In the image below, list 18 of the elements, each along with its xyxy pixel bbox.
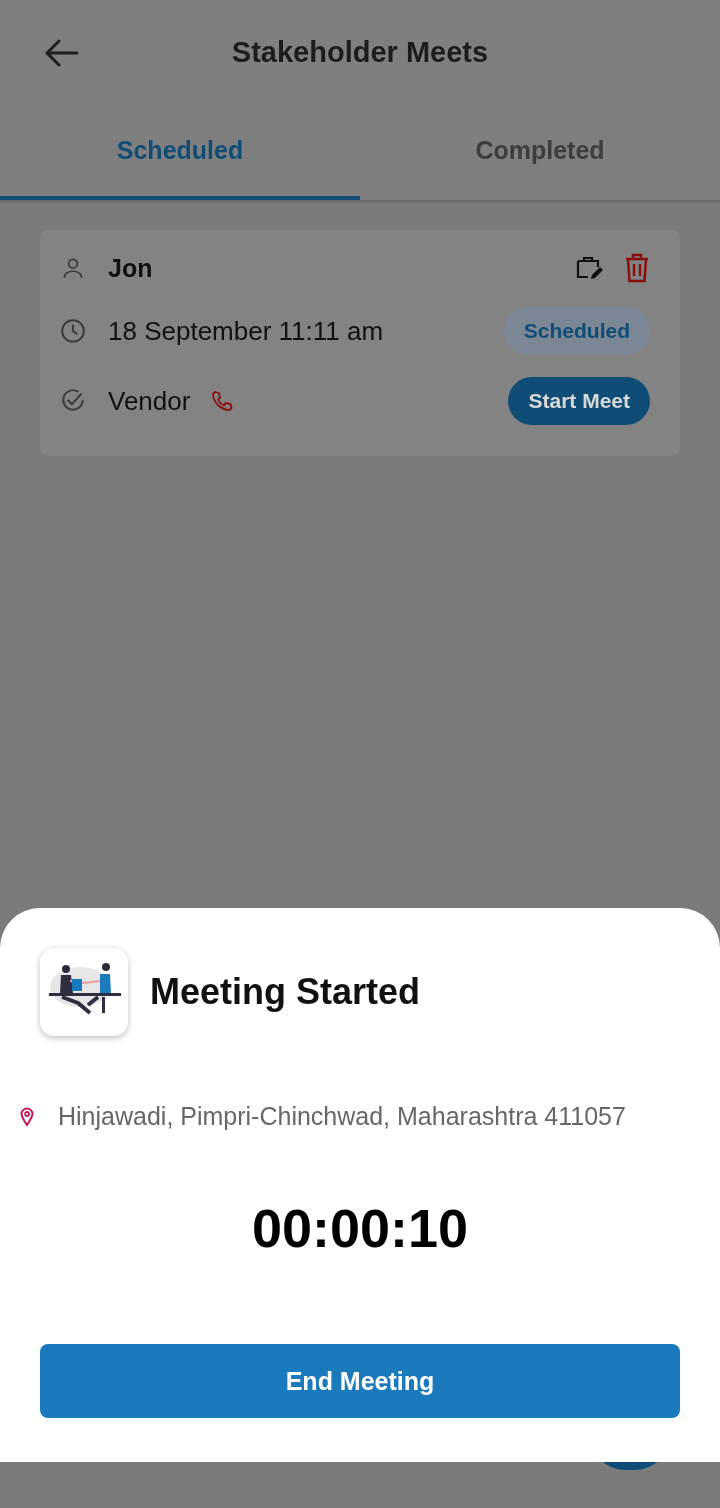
meeting-timer: 00:00:10 xyxy=(250,1197,470,1259)
tab[interactable]: Completed xyxy=(360,105,720,200)
sheet-title: Meeting Started xyxy=(150,971,421,1013)
contact-role: Vendor xyxy=(108,385,191,417)
contact-name: Jon xyxy=(108,253,153,283)
start-meet-button[interactable]: Start Meet xyxy=(508,377,650,425)
status-badge: Scheduled xyxy=(503,307,650,355)
delete-icon[interactable] xyxy=(624,253,650,283)
meeting-illustration-icon xyxy=(40,948,128,1036)
clock-icon xyxy=(60,318,86,344)
screen-title: Stakeholder Meets xyxy=(231,36,489,69)
location-pin-icon xyxy=(20,1106,34,1127)
phone-icon[interactable] xyxy=(210,389,235,413)
location-text: Hinjawadi, Pimpri-Chinchwad, Maharashtra 411057 xyxy=(58,1102,626,1131)
check-circle-icon xyxy=(60,388,86,414)
end-meeting-button[interactable]: End Meeting xyxy=(40,1344,680,1418)
meeting-datetime: 18 September 11:11 am xyxy=(108,315,384,347)
back-arrow-icon[interactable] xyxy=(45,39,79,67)
